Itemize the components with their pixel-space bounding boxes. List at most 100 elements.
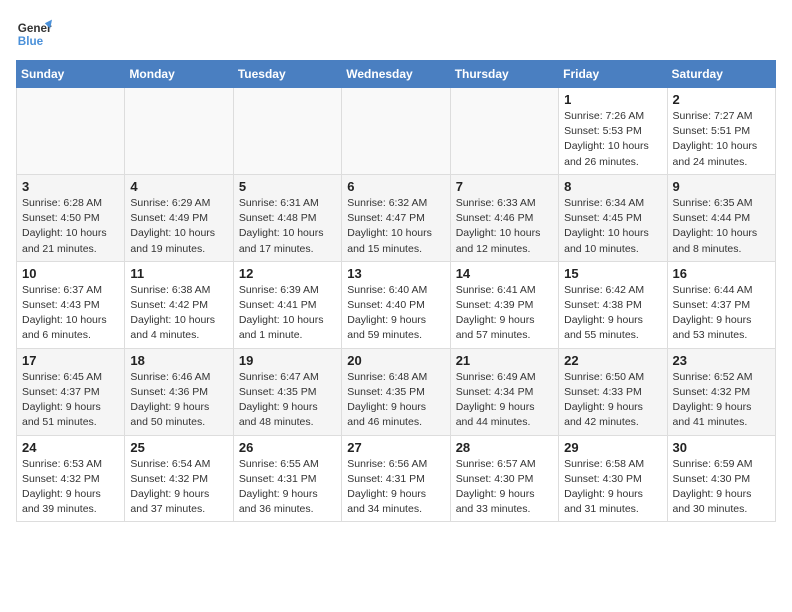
day-info: Sunrise: 6:46 AM Sunset: 4:36 PM Dayligh… [130, 370, 227, 431]
day-number: 3 [22, 179, 119, 194]
day-number: 17 [22, 353, 119, 368]
day-number: 21 [456, 353, 553, 368]
calendar-cell: 27 Sunrise: 6:56 AM Sunset: 4:31 PM Dayli… [342, 435, 450, 522]
day-number: 24 [22, 440, 119, 455]
calendar-cell: 17 Sunrise: 6:45 AM Sunset: 4:37 PM Dayli… [17, 348, 125, 435]
day-number: 30 [673, 440, 770, 455]
calendar-cell: 11 Sunrise: 6:38 AM Sunset: 4:42 PM Dayli… [125, 261, 233, 348]
day-number: 1 [564, 92, 661, 107]
week-row-3: 10 Sunrise: 6:37 AM Sunset: 4:43 PM Dayli… [17, 261, 776, 348]
day-info: Sunrise: 7:26 AM Sunset: 5:53 PM Dayligh… [564, 109, 661, 170]
weekday-header-monday: Monday [125, 61, 233, 88]
day-number: 19 [239, 353, 336, 368]
day-info: Sunrise: 6:29 AM Sunset: 4:49 PM Dayligh… [130, 196, 227, 257]
day-number: 16 [673, 266, 770, 281]
day-number: 2 [673, 92, 770, 107]
day-number: 6 [347, 179, 444, 194]
header: General Blue [16, 16, 776, 52]
week-row-2: 3 Sunrise: 6:28 AM Sunset: 4:50 PM Daylig… [17, 174, 776, 261]
day-number: 11 [130, 266, 227, 281]
week-row-5: 24 Sunrise: 6:53 AM Sunset: 4:32 PM Dayli… [17, 435, 776, 522]
day-info: Sunrise: 6:39 AM Sunset: 4:41 PM Dayligh… [239, 283, 336, 344]
day-number: 23 [673, 353, 770, 368]
calendar-cell: 5 Sunrise: 6:31 AM Sunset: 4:48 PM Daylig… [233, 174, 341, 261]
day-info: Sunrise: 6:42 AM Sunset: 4:38 PM Dayligh… [564, 283, 661, 344]
calendar-cell: 29 Sunrise: 6:58 AM Sunset: 4:30 PM Dayli… [559, 435, 667, 522]
day-number: 12 [239, 266, 336, 281]
calendar-cell: 30 Sunrise: 6:59 AM Sunset: 4:30 PM Dayli… [667, 435, 775, 522]
weekday-header-sunday: Sunday [17, 61, 125, 88]
day-info: Sunrise: 6:56 AM Sunset: 4:31 PM Dayligh… [347, 457, 444, 518]
calendar-cell: 22 Sunrise: 6:50 AM Sunset: 4:33 PM Dayli… [559, 348, 667, 435]
calendar-cell [342, 88, 450, 175]
day-number: 14 [456, 266, 553, 281]
day-info: Sunrise: 6:38 AM Sunset: 4:42 PM Dayligh… [130, 283, 227, 344]
calendar-cell [233, 88, 341, 175]
day-info: Sunrise: 6:57 AM Sunset: 4:30 PM Dayligh… [456, 457, 553, 518]
day-info: Sunrise: 6:40 AM Sunset: 4:40 PM Dayligh… [347, 283, 444, 344]
logo: General Blue [16, 16, 52, 52]
day-number: 5 [239, 179, 336, 194]
calendar-cell: 10 Sunrise: 6:37 AM Sunset: 4:43 PM Dayli… [17, 261, 125, 348]
weekday-header-tuesday: Tuesday [233, 61, 341, 88]
weekday-header-friday: Friday [559, 61, 667, 88]
svg-text:Blue: Blue [18, 35, 44, 48]
day-number: 15 [564, 266, 661, 281]
week-row-4: 17 Sunrise: 6:45 AM Sunset: 4:37 PM Dayli… [17, 348, 776, 435]
logo-icon: General Blue [16, 16, 52, 52]
day-info: Sunrise: 6:44 AM Sunset: 4:37 PM Dayligh… [673, 283, 770, 344]
calendar-cell: 18Sunrise: 6:46 AM Sunset: 4:36 PM Dayli… [125, 348, 233, 435]
calendar-cell: 6Sunrise: 6:32 AM Sunset: 4:47 PM Daylig… [342, 174, 450, 261]
day-info: Sunrise: 7:27 AM Sunset: 5:51 PM Dayligh… [673, 109, 770, 170]
calendar-cell [17, 88, 125, 175]
calendar-cell: 15 Sunrise: 6:42 AM Sunset: 4:38 PM Dayli… [559, 261, 667, 348]
calendar-table: SundayMondayTuesdayWednesdayThursdayFrid… [16, 60, 776, 522]
day-info: Sunrise: 6:55 AM Sunset: 4:31 PM Dayligh… [239, 457, 336, 518]
calendar-cell: 24 Sunrise: 6:53 AM Sunset: 4:32 PM Dayli… [17, 435, 125, 522]
day-info: Sunrise: 6:53 AM Sunset: 4:32 PM Dayligh… [22, 457, 119, 518]
day-number: 7 [456, 179, 553, 194]
calendar-cell: 25Sunrise: 6:54 AM Sunset: 4:32 PM Dayli… [125, 435, 233, 522]
day-info: Sunrise: 6:37 AM Sunset: 4:43 PM Dayligh… [22, 283, 119, 344]
day-info: Sunrise: 6:31 AM Sunset: 4:48 PM Dayligh… [239, 196, 336, 257]
day-number: 4 [130, 179, 227, 194]
calendar-cell: 19 Sunrise: 6:47 AM Sunset: 4:35 PM Dayli… [233, 348, 341, 435]
day-info: Sunrise: 6:52 AM Sunset: 4:32 PM Dayligh… [673, 370, 770, 431]
day-number: 29 [564, 440, 661, 455]
calendar-cell: 20Sunrise: 6:48 AM Sunset: 4:35 PM Dayli… [342, 348, 450, 435]
day-info: Sunrise: 6:34 AM Sunset: 4:45 PM Dayligh… [564, 196, 661, 257]
calendar-cell: 9 Sunrise: 6:35 AM Sunset: 4:44 PM Daylig… [667, 174, 775, 261]
day-number: 22 [564, 353, 661, 368]
day-info: Sunrise: 6:58 AM Sunset: 4:30 PM Dayligh… [564, 457, 661, 518]
calendar-cell: 14Sunrise: 6:41 AM Sunset: 4:39 PM Dayli… [450, 261, 558, 348]
day-info: Sunrise: 6:35 AM Sunset: 4:44 PM Dayligh… [673, 196, 770, 257]
calendar-cell: 2 Sunrise: 7:27 AM Sunset: 5:51 PM Daylig… [667, 88, 775, 175]
day-info: Sunrise: 6:28 AM Sunset: 4:50 PM Dayligh… [22, 196, 119, 257]
day-info: Sunrise: 6:59 AM Sunset: 4:30 PM Dayligh… [673, 457, 770, 518]
day-number: 28 [456, 440, 553, 455]
day-number: 9 [673, 179, 770, 194]
day-info: Sunrise: 6:54 AM Sunset: 4:32 PM Dayligh… [130, 457, 227, 518]
calendar-cell: 13Sunrise: 6:40 AM Sunset: 4:40 PM Dayli… [342, 261, 450, 348]
calendar-cell: 8 Sunrise: 6:34 AM Sunset: 4:45 PM Daylig… [559, 174, 667, 261]
weekday-header-saturday: Saturday [667, 61, 775, 88]
day-number: 10 [22, 266, 119, 281]
day-number: 20 [347, 353, 444, 368]
calendar-cell [125, 88, 233, 175]
calendar-cell: 16 Sunrise: 6:44 AM Sunset: 4:37 PM Dayli… [667, 261, 775, 348]
day-number: 8 [564, 179, 661, 194]
calendar-cell: 4 Sunrise: 6:29 AM Sunset: 4:49 PM Daylig… [125, 174, 233, 261]
day-info: Sunrise: 6:50 AM Sunset: 4:33 PM Dayligh… [564, 370, 661, 431]
day-info: Sunrise: 6:49 AM Sunset: 4:34 PM Dayligh… [456, 370, 553, 431]
day-info: Sunrise: 6:45 AM Sunset: 4:37 PM Dayligh… [22, 370, 119, 431]
weekday-header-row: SundayMondayTuesdayWednesdayThursdayFrid… [17, 61, 776, 88]
calendar-cell: 12 Sunrise: 6:39 AM Sunset: 4:41 PM Dayli… [233, 261, 341, 348]
calendar-cell: 23 Sunrise: 6:52 AM Sunset: 4:32 PM Dayli… [667, 348, 775, 435]
calendar-cell: 21 Sunrise: 6:49 AM Sunset: 4:34 PM Dayli… [450, 348, 558, 435]
calendar-cell: 1 Sunrise: 7:26 AM Sunset: 5:53 PM Daylig… [559, 88, 667, 175]
calendar-cell: 28 Sunrise: 6:57 AM Sunset: 4:30 PM Dayli… [450, 435, 558, 522]
day-number: 27 [347, 440, 444, 455]
day-info: Sunrise: 6:47 AM Sunset: 4:35 PM Dayligh… [239, 370, 336, 431]
calendar-cell [450, 88, 558, 175]
day-info: Sunrise: 6:33 AM Sunset: 4:46 PM Dayligh… [456, 196, 553, 257]
